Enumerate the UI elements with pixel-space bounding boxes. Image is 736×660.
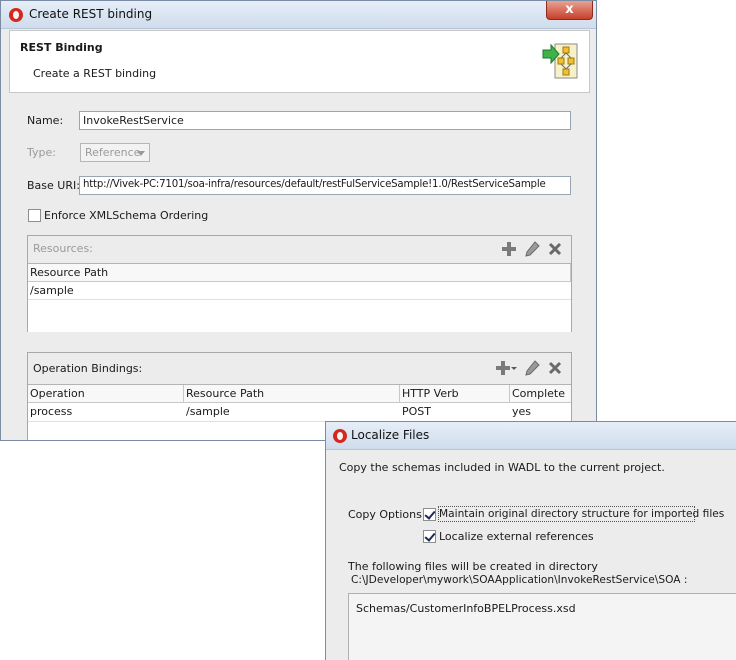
files-directory: C:\JDeveloper\mywork\SOAApplication\Invo… [351,574,688,586]
col-operation[interactable]: Operation [28,385,184,403]
maintain-structure-checkbox[interactable] [423,508,436,521]
type-label: Type: [27,146,56,159]
rest-dialog-title: Create REST binding [29,7,153,21]
oracle-logo-icon [9,8,23,22]
files-list[interactable]: Schemas/CustomerInfoBPELProcess.xsd [348,593,736,660]
chevron-down-icon [137,151,145,156]
table-row-resource-path[interactable]: /sample [184,404,400,420]
table-row-http-verb[interactable]: POST [400,404,510,420]
table-row-operation[interactable]: process [28,404,184,420]
rest-binding-wizard-icon [542,43,578,79]
type-dropdown-value: Reference [85,146,141,159]
wizard-header: REST Binding Create a REST binding [9,30,590,93]
localize-files-dialog: Localize Files Copy the schemas included… [325,421,736,660]
delete-icon[interactable] [547,360,563,376]
list-item: Schemas/CustomerInfoBPELProcess.xsd [356,602,576,615]
header-title: REST Binding [20,41,103,54]
delete-icon[interactable] [547,241,563,257]
edit-icon[interactable] [524,241,540,257]
localize-dialog-titlebar[interactable]: Localize Files [326,422,736,450]
files-intro: The following files will be created in d… [348,560,598,573]
name-field[interactable]: InvokeRestService [79,111,571,130]
table-row-complete[interactable]: yes [510,404,571,420]
header-subtitle: Create a REST binding [33,67,157,80]
localize-description: Copy the schemas included in WADL to the… [339,461,665,474]
name-label: Name: [27,114,64,127]
localize-references-checkbox[interactable] [423,530,436,543]
oracle-logo-icon [333,429,347,443]
base-uri-label: Base URI: [27,179,80,192]
add-icon[interactable] [501,241,517,257]
copy-options-label: Copy Options: [348,508,426,521]
enforce-ordering-label: Enforce XMLSchema Ordering [44,209,209,222]
table-row[interactable]: /sample [28,283,571,299]
resources-col-resource-path[interactable]: Resource Path [28,264,571,282]
localize-references-label: Localize external references [439,530,594,543]
rest-dialog-titlebar[interactable]: Create REST binding x [1,1,596,29]
type-dropdown[interactable]: Reference [80,143,150,162]
col-complete[interactable]: Complete [510,385,571,403]
resources-panel: Resources: Resource Path /sample [27,235,572,332]
col-resource-path[interactable]: Resource Path [184,385,400,403]
add-dropdown-icon[interactable] [495,360,517,376]
localize-dialog-title: Localize Files [351,428,430,442]
operation-bindings-label: Operation Bindings: [33,362,143,375]
resources-label: Resources: [33,242,93,255]
rest-binding-dialog: Create REST binding x REST Binding Creat… [0,0,597,441]
close-button[interactable]: x [546,1,593,20]
edit-icon[interactable] [524,360,540,376]
row-divider [28,299,571,300]
resources-table: Resource Path /sample [28,263,571,332]
col-http-verb[interactable]: HTTP Verb [400,385,510,403]
base-uri-field[interactable]: http://Vivek-PC:7101/soa-infra/resources… [79,176,571,195]
maintain-structure-label: Maintain original directory structure fo… [439,508,725,520]
enforce-ordering-checkbox[interactable] [28,209,41,222]
